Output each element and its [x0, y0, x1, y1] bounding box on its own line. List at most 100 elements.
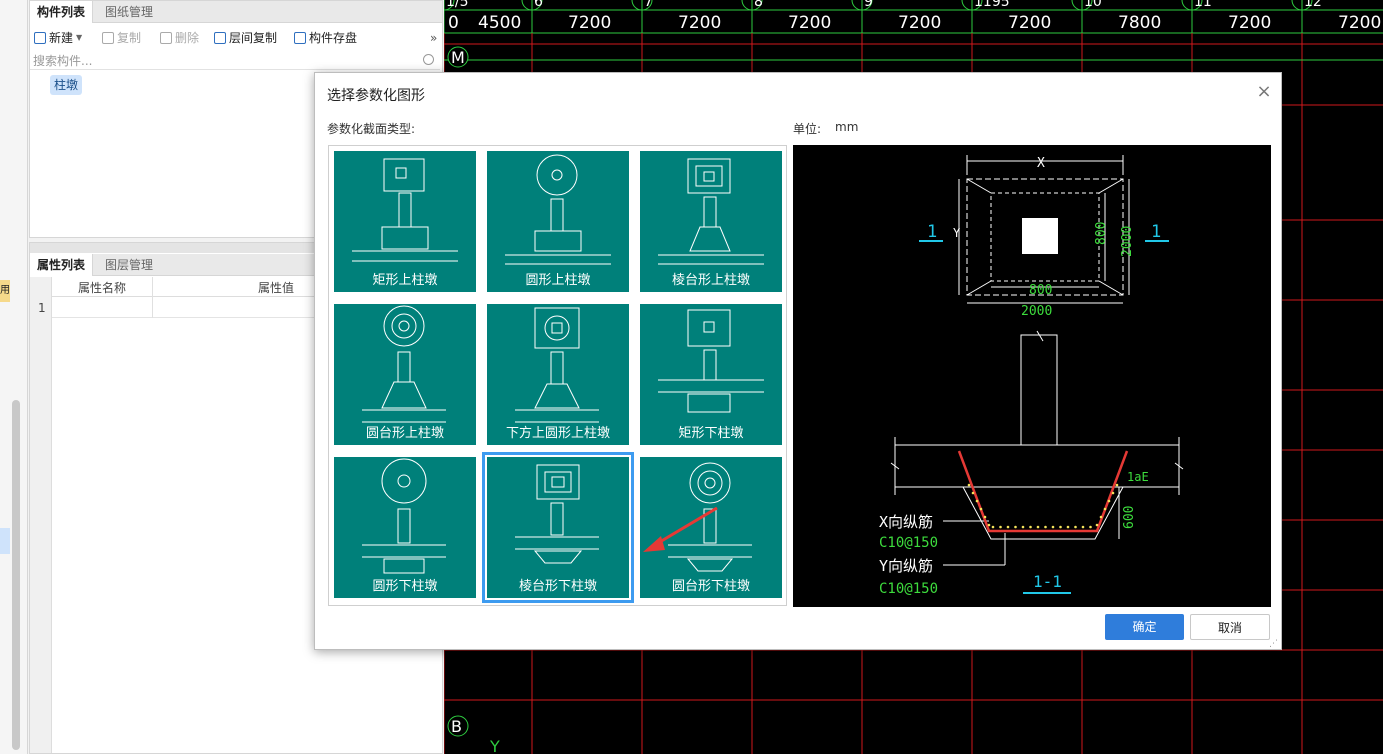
section-type-label: 参数化截面类型: [327, 122, 416, 136]
floor-copy-icon [214, 32, 226, 44]
new-button[interactable]: 新建 ▼ [34, 28, 82, 48]
ok-button[interactable]: 确定 [1105, 614, 1184, 640]
span-dimension: 7200 [678, 13, 721, 33]
section-title: 1-1 [1033, 572, 1062, 591]
shape-caption: 圆形下柱墩 [372, 579, 438, 594]
span-dimension: 7200 [1008, 13, 1051, 33]
select-parametric-shape-dialog: 选择参数化图形 × 参数化截面类型: 单位: mm 矩形上柱墩 圆形上柱墩 棱台… [314, 72, 1282, 650]
y-rebar-value: C10@150 [879, 581, 938, 597]
search-placeholder: 搜索构件... [33, 54, 93, 68]
rebar-dot [1006, 525, 1010, 529]
rebar-dot [1095, 523, 1099, 527]
rebar-dot [1059, 525, 1062, 529]
side-scrollbar[interactable] [12, 400, 20, 750]
left-side-strip: 用 [0, 0, 28, 754]
rebar-dot [1111, 491, 1115, 495]
shape-caption: 棱台形上柱墩 [671, 273, 750, 288]
component-item-pier[interactable]: 柱墩 [50, 75, 83, 95]
side-selection[interactable] [0, 528, 10, 554]
floor-copy-label: 层间复制 [229, 31, 278, 45]
pier-column-plan [1022, 218, 1058, 254]
delete-button[interactable]: 删除 [160, 28, 199, 48]
axis-number: 12 [1304, 0, 1322, 10]
delete-label: 删除 [175, 31, 200, 45]
toolbar-more-button[interactable]: » [430, 28, 437, 48]
axis-number: 11 [1194, 0, 1212, 10]
shape-frustum-lower-pier[interactable]: 棱台形下柱墩 [482, 452, 634, 603]
save-component-button[interactable]: 构件存盘 [294, 28, 357, 48]
close-icon[interactable]: × [1255, 83, 1273, 101]
component-search-input[interactable]: 搜索构件... [30, 52, 440, 70]
copy-label: 复制 [117, 31, 142, 45]
rebar-dot [1103, 507, 1107, 511]
shape-preview: X Y 800 2000 800 2000 1 1 1aE 600 X向纵筋 C… [793, 145, 1271, 607]
label-lae: 1aE [1127, 470, 1149, 484]
rebar-dot [975, 499, 979, 503]
unit-value: mm [835, 120, 859, 134]
shape-frustum-upper-pier[interactable]: 棱台形上柱墩 [640, 151, 782, 292]
rebar-dot [1081, 525, 1085, 529]
span-dimension: 7200 [1228, 13, 1271, 33]
chevron-down-icon: ▼ [76, 33, 83, 42]
dim-600: 600 [1122, 506, 1137, 529]
shape-caption: 圆台形下柱墩 [671, 579, 750, 594]
component-tabbar: 构件列表 图纸管理 [30, 1, 442, 23]
side-badge[interactable]: 用 [0, 280, 10, 302]
rebar-dot [1074, 525, 1077, 529]
cancel-button[interactable]: 取消 [1190, 614, 1270, 640]
rebar-dot [979, 507, 983, 511]
section-mark-left: 1 [927, 222, 937, 242]
shape-square-to-circle-upper-pier[interactable]: 下方上圆形上柱墩 [487, 304, 629, 445]
rebar-dot [991, 525, 995, 529]
copy-button[interactable]: 复制 [102, 28, 141, 48]
rebar-dot [1014, 525, 1017, 529]
floor-copy-button[interactable]: 层间复制 [214, 28, 277, 48]
new-doc-icon [34, 32, 46, 44]
dim-800-vertical: 800 [1094, 222, 1109, 245]
span-dimension: 4500 [478, 13, 521, 33]
rebar-dot [1099, 515, 1103, 519]
shape-caption: 圆台形上柱墩 [365, 426, 444, 441]
col-property-name: 属性名称 [78, 281, 127, 295]
column-divider [152, 277, 153, 318]
rebar-dot [1036, 525, 1040, 529]
axis-number: 1195 [974, 0, 1010, 10]
rebar-dot [983, 515, 987, 519]
shape-caption: 圆形上柱墩 [525, 273, 591, 288]
row-number-column [30, 277, 52, 753]
rebar-dot [1029, 525, 1032, 529]
rebar-dot [1021, 525, 1025, 529]
shape-caption: 下方上圆形上柱墩 [505, 426, 610, 441]
shape-cone-upper-pier[interactable]: 圆台形上柱墩 [334, 304, 476, 445]
tab-property-list[interactable]: 属性列表 [30, 254, 94, 276]
shape-rect-lower-pier[interactable]: 矩形下柱墩 [640, 304, 782, 445]
tab-drawing-manage[interactable]: 图纸管理 [98, 1, 160, 23]
new-label: 新建 [49, 31, 74, 45]
resize-grip-icon[interactable]: ⋰ [1269, 639, 1279, 649]
axis-number: 9 [864, 0, 873, 10]
axis-number: 10 [1084, 0, 1102, 10]
axis-letter: M [451, 48, 465, 67]
rebar-dot [1107, 499, 1111, 503]
span-dimension: 7800 [1118, 13, 1161, 33]
rebar-dot [999, 525, 1002, 529]
rebar-line [957, 450, 1129, 533]
tab-layer-manage[interactable]: 图层管理 [98, 254, 160, 276]
rebar-dot [1066, 525, 1070, 529]
rebar-dot [1115, 483, 1119, 487]
rebar-dot [1044, 525, 1047, 529]
shape-caption: 矩形上柱墩 [372, 273, 438, 288]
y-axis-indicator: Y [489, 737, 500, 754]
copy-icon [102, 32, 114, 44]
row-number: 1 [38, 301, 46, 315]
x-rebar-label: X向纵筋 [879, 513, 933, 531]
dim-y: Y [953, 226, 961, 240]
span-dimension: 7200 [788, 13, 831, 33]
shape-circle-upper-pier[interactable]: 圆形上柱墩 [487, 151, 629, 292]
dim-x: X [1037, 156, 1045, 171]
axis-number: 6 [534, 0, 543, 10]
shape-rect-upper-pier[interactable]: 矩形上柱墩 [334, 151, 476, 292]
shape-grid: 矩形上柱墩 圆形上柱墩 棱台形上柱墩 圆台形上柱墩 下方上圆形上柱墩 矩形下柱墩… [328, 145, 787, 606]
shape-circle-lower-pier[interactable]: 圆形下柱墩 [334, 457, 476, 598]
tab-component-list[interactable]: 构件列表 [30, 1, 94, 23]
